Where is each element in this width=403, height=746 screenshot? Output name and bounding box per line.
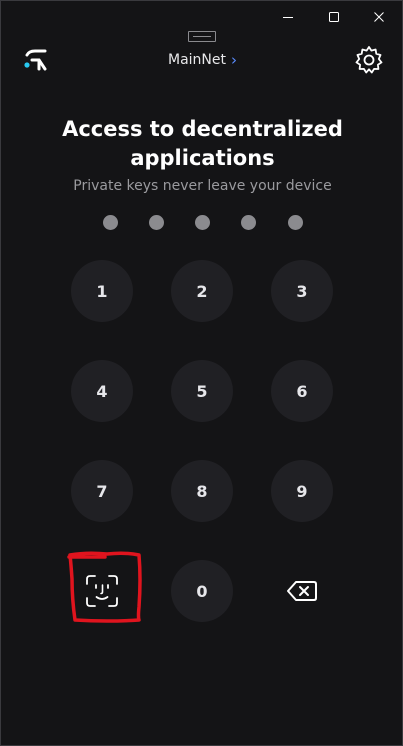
close-button[interactable] (356, 1, 402, 33)
drag-handle-icon[interactable] (188, 31, 216, 42)
pin-dot (195, 215, 210, 230)
page-subtitle: Private keys never leave your device (73, 178, 332, 194)
maximize-icon (329, 12, 339, 22)
pin-dot (241, 215, 256, 230)
pin-dot (103, 215, 118, 230)
title-bar (1, 1, 402, 42)
face-id-button[interactable] (71, 560, 133, 622)
key-3[interactable]: 3 (271, 260, 333, 322)
key-5[interactable]: 5 (171, 360, 233, 422)
backspace-icon (287, 581, 317, 601)
network-selector[interactable]: MainNet › (151, 49, 254, 71)
chevron-right-icon: › (231, 51, 237, 69)
gear-icon[interactable] (353, 44, 385, 76)
maximize-button[interactable] (311, 1, 357, 33)
close-icon (374, 12, 384, 22)
wallet-logo-icon (23, 48, 49, 72)
app-window: MainNet › Access to decentralized applic… (0, 0, 403, 746)
network-label: MainNet (168, 52, 226, 68)
pin-dot (149, 215, 164, 230)
key-6[interactable]: 6 (271, 360, 333, 422)
key-8[interactable]: 8 (171, 460, 233, 522)
minimize-icon (283, 17, 293, 18)
pin-indicator (1, 215, 403, 231)
key-2[interactable]: 2 (171, 260, 233, 322)
page-title: Access to decentralized applications (62, 117, 343, 170)
pin-dot (288, 215, 303, 230)
key-9[interactable]: 9 (271, 460, 333, 522)
face-id-icon (86, 575, 118, 607)
minimize-button[interactable] (265, 1, 311, 33)
key-0[interactable]: 0 (171, 560, 233, 622)
backspace-button[interactable] (271, 560, 333, 622)
key-1[interactable]: 1 (71, 260, 133, 322)
key-4[interactable]: 4 (71, 360, 133, 422)
key-7[interactable]: 7 (71, 460, 133, 522)
